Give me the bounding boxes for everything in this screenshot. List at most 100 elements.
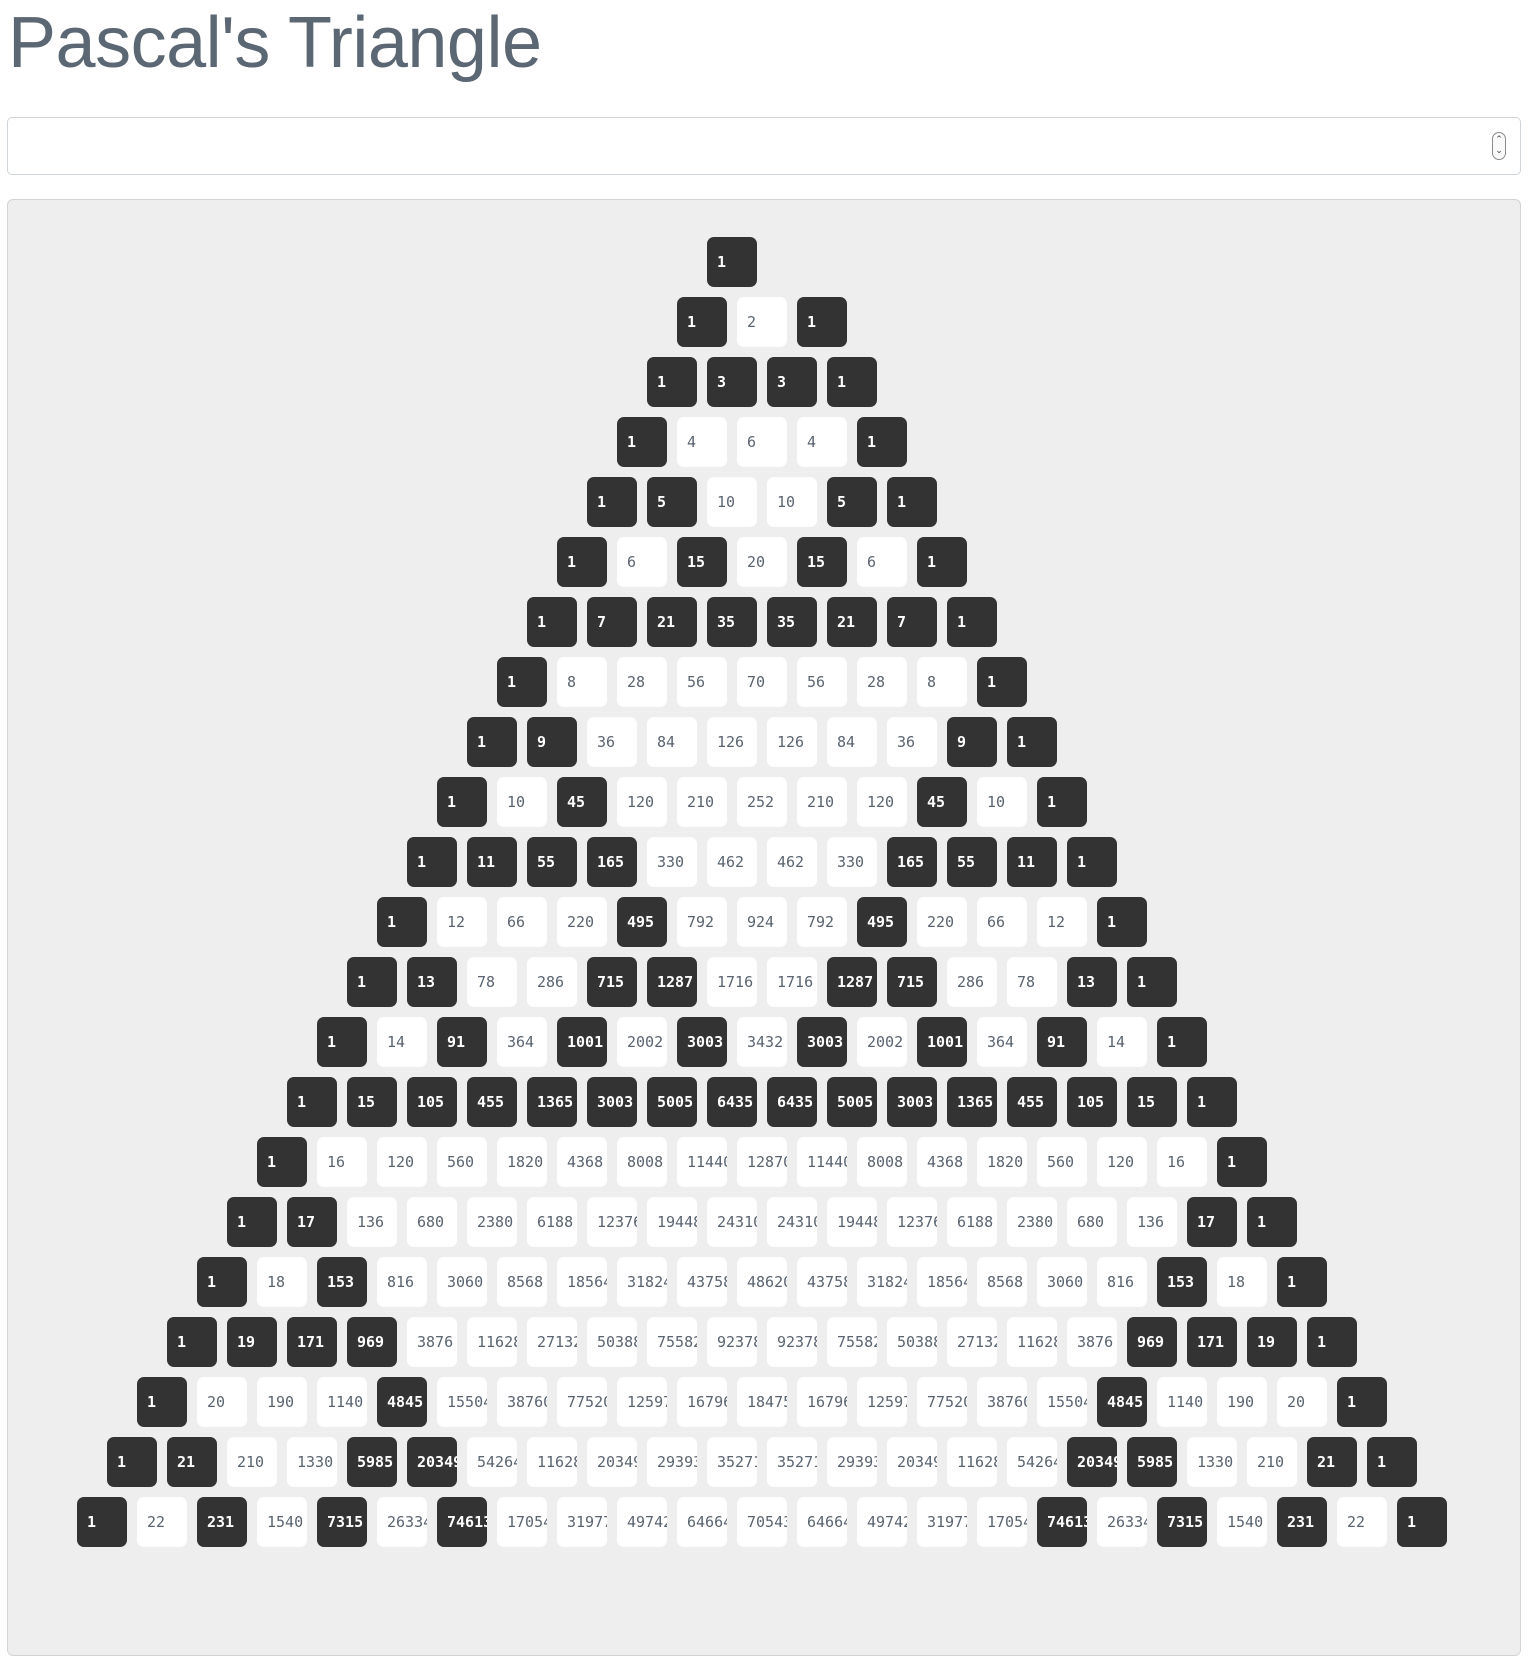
triangle-cell: 6 (857, 537, 907, 587)
triangle-cell: 2 (737, 297, 787, 347)
triangle-cell: 18 (257, 1257, 307, 1307)
triangle-cell: 24310 (767, 1197, 817, 1247)
triangle-cell: 1 (257, 1137, 307, 1187)
triangle-cell: 924 (737, 897, 787, 947)
triangle-rows: 1 1 2 1 1 3 3 1 1 4 6 4 1 1 5 10 10 5 1 1 6 15 20 15 6 1 1 7 21 35 35 2… (8, 200, 1520, 1655)
triangle-cell: 5005 (827, 1077, 877, 1127)
triangle-cell: 21 (1307, 1437, 1357, 1487)
triangle-cell: 10 (707, 477, 757, 527)
triangle-cell: 15 (347, 1077, 397, 1127)
triangle-cell: 1365 (527, 1077, 577, 1127)
triangle-cell: 1 (1247, 1197, 1297, 1247)
triangle-cell: 18564 (557, 1257, 607, 1307)
triangle-cell: 1 (1277, 1257, 1327, 1307)
triangle-cell: 26334 (377, 1497, 427, 1547)
triangle-cell: 8 (557, 657, 607, 707)
triangle-cell: 3003 (587, 1077, 637, 1127)
triangle-cell: 3003 (797, 1017, 847, 1067)
triangle-cell: 12 (1037, 897, 1087, 947)
triangle-cell: 50388 (887, 1317, 937, 1367)
triangle-cell: 167960 (677, 1377, 727, 1427)
triangle-cell: 1 (1067, 837, 1117, 887)
triangle-cell: 11628 (467, 1317, 517, 1367)
triangle-cell: 20 (1277, 1377, 1327, 1427)
triangle-cell: 38760 (977, 1377, 1027, 1427)
triangle-cell: 319770 (917, 1497, 967, 1547)
triangle-cell: 3 (767, 357, 817, 407)
triangle-cell: 352716 (707, 1437, 757, 1487)
triangle-cell: 12 (437, 897, 487, 947)
triangle-cell: 92378 (707, 1317, 757, 1367)
triangle-cell: 3060 (437, 1257, 487, 1307)
triangle-cell: 1540 (257, 1497, 307, 1547)
triangle-cell: 19 (227, 1317, 277, 1367)
spinner-up-icon[interactable]: ⌃ (1493, 136, 1505, 145)
triangle-cell: 203490 (887, 1437, 937, 1487)
triangle-cell: 3432 (737, 1017, 787, 1067)
page-title: Pascal's Triangle (8, 3, 542, 83)
row-count-field[interactable]: ⌃ ⌄ (7, 117, 1521, 175)
triangle-cell: 1 (647, 357, 697, 407)
triangle-cell: 55 (527, 837, 577, 887)
triangle-cell: 91 (437, 1017, 487, 1067)
triangle-cell: 4845 (1097, 1377, 1147, 1427)
spinner-down-icon[interactable]: ⌄ (1493, 147, 1505, 156)
triangle-cell: 5985 (1127, 1437, 1177, 1487)
triangle-cell: 21 (647, 597, 697, 647)
triangle-cell: 8008 (617, 1137, 667, 1187)
triangle-cell: 22 (137, 1497, 187, 1547)
triangle-cell: 31824 (857, 1257, 907, 1307)
triangle-cell: 10 (977, 777, 1027, 827)
triangle-cell: 38760 (497, 1377, 547, 1427)
triangle-cell: 1 (707, 237, 757, 287)
triangle-cell: 125970 (617, 1377, 667, 1427)
triangle-cell: 8568 (497, 1257, 547, 1307)
triangle-cell: 15504 (437, 1377, 487, 1427)
triangle-cell: 1287 (647, 957, 697, 1007)
triangle-cell: 75582 (827, 1317, 877, 1367)
triangle-cell: 1 (617, 417, 667, 467)
triangle-cell: 31824 (617, 1257, 667, 1307)
triangle-cell: 1540 (1217, 1497, 1267, 1547)
triangle-cell: 15504 (1037, 1377, 1087, 1427)
triangle-cell: 170544 (497, 1497, 547, 1547)
triangle-cell: 75582 (647, 1317, 697, 1367)
triangle-cell: 184756 (737, 1377, 787, 1427)
triangle-cell: 27132 (947, 1317, 997, 1367)
triangle-cell: 16 (1157, 1137, 1207, 1187)
row-count-input[interactable] (8, 118, 1520, 174)
triangle-cell: 15 (677, 537, 727, 587)
triangle-cell: 2002 (617, 1017, 667, 1067)
triangle-cell: 1 (377, 897, 427, 947)
triangle-cell: 11 (1007, 837, 1057, 887)
triangle-cell: 45 (557, 777, 607, 827)
triangle-cell: 17 (1187, 1197, 1237, 1247)
triangle-cell: 1140 (317, 1377, 367, 1427)
triangle-cell: 1 (947, 597, 997, 647)
triangle-cell: 13 (407, 957, 457, 1007)
triangle-cell: 210 (677, 777, 727, 827)
triangle-cell: 330 (827, 837, 877, 887)
triangle-cell: 171 (287, 1317, 337, 1367)
triangle-cell: 792 (677, 897, 727, 947)
triangle-cell: 54264 (1007, 1437, 1057, 1487)
triangle-cell: 153 (317, 1257, 367, 1307)
triangle-cell: 1 (1367, 1437, 1417, 1487)
triangle-cell: 646646 (677, 1497, 727, 1547)
triangle-cell: 3060 (1037, 1257, 1087, 1307)
triangle-cell: 1 (587, 477, 637, 527)
number-spinner[interactable]: ⌃ ⌄ (1492, 132, 1506, 160)
triangle-cell: 220 (557, 897, 607, 947)
triangle-cell: 153 (1157, 1257, 1207, 1307)
triangle-cell: 19 (1247, 1317, 1297, 1367)
triangle-cell: 6435 (707, 1077, 757, 1127)
triangle-cell: 35 (767, 597, 817, 647)
triangle-cell: 1716 (707, 957, 757, 1007)
triangle-cell: 816 (1097, 1257, 1147, 1307)
triangle-cell: 6188 (947, 1197, 997, 1247)
triangle-cell: 120 (377, 1137, 427, 1187)
triangle-cell: 56 (797, 657, 847, 707)
triangle-cell: 1 (1037, 777, 1087, 827)
triangle-cell: 120 (857, 777, 907, 827)
triangle-cell: 11628 (1007, 1317, 1057, 1367)
